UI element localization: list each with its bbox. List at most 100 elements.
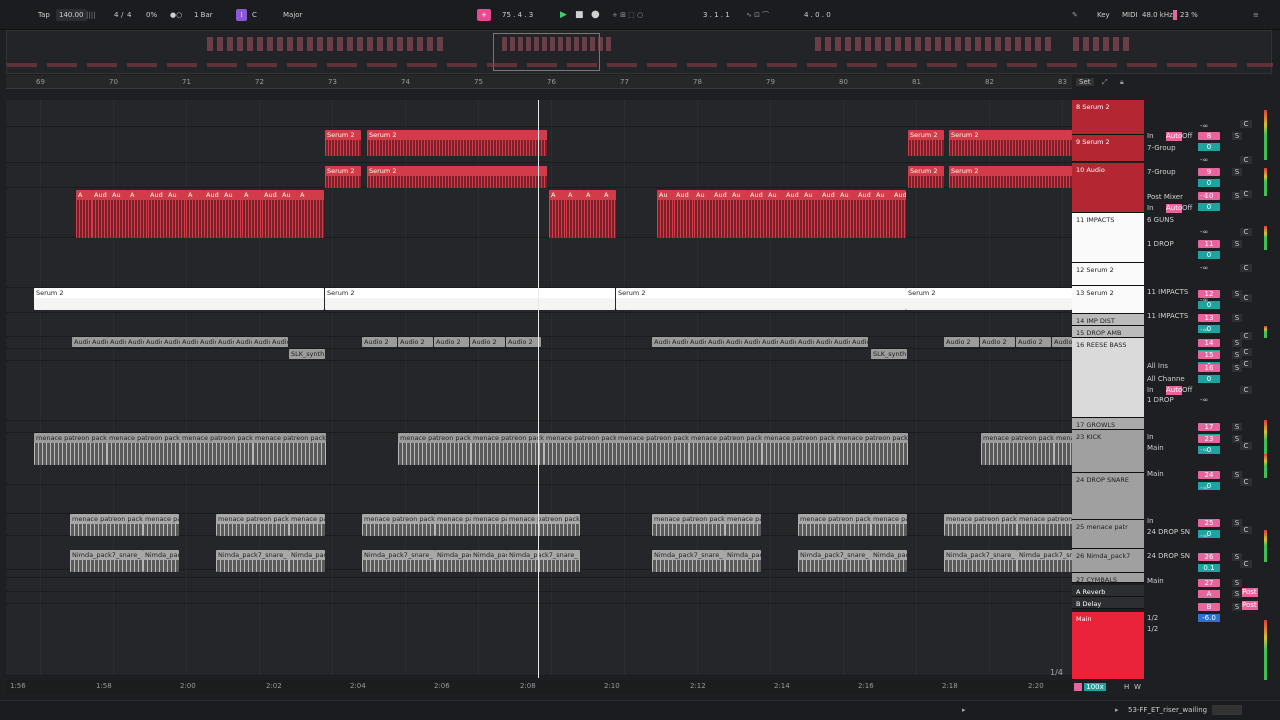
track-number-button[interactable]: B (1198, 603, 1220, 611)
clip[interactable]: Nimda_pack7_snare_ (471, 550, 507, 572)
time-ruler[interactable]: 1:56 1:58 2:00 2:02 2:04 2:06 2:08 2:10 2:12 2:14… (6, 680, 1072, 694)
clip[interactable]: Aud (820, 190, 838, 238)
clip[interactable]: menace patreon pack (289, 514, 325, 536)
peak-label[interactable]: -∞ (1200, 156, 1220, 165)
clip[interactable]: A (186, 190, 204, 238)
play-icon[interactable]: ▶ (560, 9, 567, 21)
clip[interactable]: Audio 2 (198, 337, 216, 347)
clip[interactable]: Audio 2 (362, 337, 397, 347)
width-button[interactable]: W (1134, 683, 1141, 691)
volume-field[interactable]: 0 (1198, 203, 1220, 211)
clip[interactable]: menace patreon pack (725, 514, 761, 536)
peak-label[interactable]: -∞ (1200, 122, 1220, 131)
clip[interactable]: Au (766, 190, 784, 238)
routing-select[interactable]: All Channe (1147, 375, 1193, 384)
post-button[interactable]: Post (1242, 601, 1258, 610)
track-header[interactable]: Main (1072, 612, 1144, 680)
routing-select[interactable]: 24 DROP SN (1147, 552, 1193, 561)
arrangement-overview[interactable] (6, 30, 1273, 74)
clip[interactable]: menace patreon pack (107, 433, 180, 465)
key-map-button[interactable]: Key (1097, 9, 1110, 21)
zoom-icon[interactable] (1074, 683, 1082, 691)
track-number-button[interactable]: A (1198, 590, 1220, 598)
clip[interactable]: Serum 2 (367, 130, 547, 156)
clip[interactable]: Serum 2 (616, 288, 906, 310)
clip[interactable]: Au (657, 190, 674, 238)
clip[interactable]: Au (802, 190, 820, 238)
clip[interactable]: Audio 2 (724, 337, 742, 347)
clip[interactable]: Audio 2 (980, 337, 1015, 347)
routing-select[interactable]: Post Mixer (1147, 193, 1193, 202)
clip[interactable]: menace patreon pack (944, 514, 1017, 536)
pan-knob[interactable]: C (1240, 560, 1252, 568)
track-header[interactable]: A Reverb (1072, 585, 1144, 597)
clip[interactable]: menace patreon pack (216, 514, 289, 536)
clip[interactable]: Serum 2 (325, 130, 361, 156)
routing-select[interactable]: 1 DROP (1147, 240, 1193, 249)
clip[interactable]: Audio 2 (778, 337, 796, 347)
clip[interactable]: Nimda_pack7_snare_ (70, 550, 143, 572)
tempo-field[interactable]: 140.00 (56, 9, 87, 21)
clip[interactable]: Audio 2 (814, 337, 832, 347)
clip[interactable]: Nimda_pack7_snare_ (798, 550, 871, 572)
key-select[interactable]: C (252, 9, 257, 21)
clip[interactable]: menace patreon pack (1017, 514, 1072, 536)
clip[interactable]: Audio 2 (944, 337, 979, 347)
clip[interactable]: menace patreon pack (471, 514, 507, 536)
clip[interactable]: Audio 2 (216, 337, 234, 347)
clip[interactable]: Serum 2 (949, 166, 1072, 188)
scale-select[interactable]: Major (283, 9, 302, 21)
pan-knob[interactable]: C (1240, 120, 1252, 128)
routing-select[interactable]: All Ins (1147, 362, 1193, 371)
volume-field[interactable]: 0 (1198, 179, 1220, 187)
clip[interactable]: SLK_synth (289, 349, 325, 359)
midi-map-button[interactable]: MIDI (1122, 9, 1138, 21)
clip[interactable]: Serum 2 (949, 130, 1072, 156)
loop-icon[interactable]: ∿ ⊡ ⌒ (746, 9, 769, 21)
track-header[interactable]: 25 menace patr (1072, 520, 1144, 549)
track-number-button[interactable]: 17 (1198, 423, 1220, 431)
clip[interactable]: A (76, 190, 92, 238)
menu-icon[interactable]: ≡ (1253, 9, 1259, 21)
clip[interactable]: Nimda_pack7_snare_ (507, 550, 580, 572)
clip[interactable]: A (549, 190, 566, 238)
clip[interactable]: Aud (784, 190, 802, 238)
clip[interactable]: Audio 2 (72, 337, 90, 347)
clip[interactable]: Aud (204, 190, 222, 238)
routing-select[interactable]: 7-Group (1147, 144, 1193, 153)
peak-label[interactable]: -∞ (1200, 296, 1220, 305)
track-number-button[interactable]: 15 (1198, 351, 1220, 359)
clip[interactable]: menace patreon pack (398, 433, 471, 465)
clip[interactable]: menace patreon pack (143, 514, 179, 536)
stop-icon[interactable]: ■ (575, 9, 584, 21)
volume-field[interactable]: 0.1 (1198, 564, 1220, 572)
track-header[interactable]: 24 DROP SNARE (1072, 473, 1144, 520)
auto-button[interactable]: Auto (1166, 204, 1182, 213)
clip[interactable]: menace patreon pack (616, 433, 689, 465)
off-button[interactable]: Off (1182, 132, 1196, 141)
set-button[interactable]: Set (1076, 78, 1094, 86)
clip[interactable]: Audio 2 (706, 337, 724, 347)
solo-button[interactable]: S (1232, 240, 1242, 248)
preview-play-icon[interactable]: ▸ (1115, 706, 1119, 714)
routing-select[interactable]: Main (1147, 444, 1193, 453)
routing-select[interactable]: 1/2 (1147, 614, 1193, 623)
time-sig-numerator[interactable]: 4 (114, 9, 118, 21)
clip[interactable]: A (298, 190, 324, 238)
track-number-button[interactable]: 27 (1198, 579, 1220, 587)
clip[interactable]: A (128, 190, 148, 238)
solo-button[interactable]: S (1232, 314, 1242, 322)
clip[interactable]: Au (694, 190, 712, 238)
track-number-button[interactable]: 14 (1198, 339, 1220, 347)
clip[interactable]: A (602, 190, 616, 238)
track-number-button[interactable]: 23 (1198, 435, 1220, 443)
solo-button[interactable]: S (1232, 168, 1242, 176)
track-header[interactable]: 15 DROP AMB (1072, 326, 1144, 338)
track-header[interactable]: 14 IMP DIST (1072, 314, 1144, 326)
clip[interactable]: menace patreon pack (835, 433, 908, 465)
clip[interactable]: menace patreon pack (981, 433, 1054, 465)
solo-button[interactable]: S (1232, 603, 1242, 611)
clip[interactable]: Au (838, 190, 856, 238)
clip[interactable]: menace patreon pack (762, 433, 835, 465)
post-button[interactable]: Post (1242, 588, 1258, 597)
